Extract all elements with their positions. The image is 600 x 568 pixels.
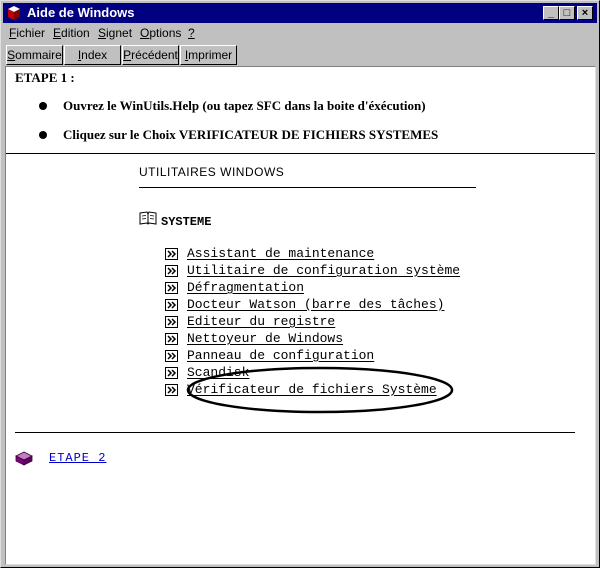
window-title: Aide de Windows bbox=[27, 5, 135, 20]
divider bbox=[6, 153, 595, 154]
step2-link[interactable]: ETAPE 2 bbox=[49, 451, 106, 465]
maximize-button[interactable]: □ bbox=[559, 6, 575, 20]
close-button[interactable]: × bbox=[577, 6, 593, 20]
jump-arrow-icon bbox=[165, 333, 178, 345]
menu-edition[interactable]: Edition bbox=[53, 26, 90, 40]
jump-arrow-icon bbox=[165, 316, 178, 328]
title-bar[interactable]: Aide de Windows _ □ × bbox=[3, 3, 597, 23]
help-window: Aide de Windows _ □ × Fichier Edition Si… bbox=[0, 0, 600, 568]
section-systeme: SYSTEME bbox=[161, 215, 212, 229]
bullet-icon bbox=[39, 131, 47, 139]
precedent-button[interactable]: Précédent bbox=[122, 45, 179, 65]
step1-instruction-2: Cliquez sur le Choix VERIFICATEUR DE FIC… bbox=[63, 127, 439, 142]
jump-arrow-icon bbox=[165, 265, 178, 277]
jump-arrow-icon bbox=[165, 350, 178, 362]
menu-fichier[interactable]: Fichier bbox=[9, 26, 45, 40]
menu-options[interactable]: Options bbox=[140, 26, 181, 40]
help-book-icon bbox=[8, 6, 20, 20]
menu-bar: Fichier Edition Signet Options ? bbox=[3, 24, 597, 43]
utilities-title: UTILITAIRES WINDOWS bbox=[139, 165, 285, 179]
highlight-ellipse bbox=[186, 366, 454, 414]
divider bbox=[15, 432, 575, 433]
bullet-icon bbox=[39, 102, 47, 110]
step1-title: ETAPE 1 : bbox=[15, 70, 75, 85]
close-icon: × bbox=[581, 7, 589, 19]
imprimer-button[interactable]: Imprimer bbox=[180, 45, 237, 65]
jump-arrow-icon bbox=[165, 299, 178, 311]
menu-help[interactable]: ? bbox=[188, 26, 195, 40]
jump-arrow-icon bbox=[165, 248, 178, 260]
jump-arrow-icon bbox=[165, 282, 178, 294]
help-toolbar: Sommaire Index Précédent Imprimer bbox=[3, 44, 597, 66]
maximize-icon: □ bbox=[563, 7, 571, 19]
jump-arrow-icon bbox=[165, 384, 178, 396]
sommaire-button[interactable]: Sommaire bbox=[6, 45, 63, 65]
jump-arrow-icon bbox=[165, 367, 178, 379]
index-button[interactable]: Index bbox=[64, 45, 121, 65]
book-icon bbox=[15, 451, 33, 466]
minimize-icon: _ bbox=[547, 7, 555, 19]
divider bbox=[139, 187, 476, 188]
help-content[interactable]: ETAPE 1 : Ouvrez le WinUtils.Help (ou ta… bbox=[5, 66, 596, 565]
menu-signet[interactable]: Signet bbox=[98, 26, 132, 40]
minimize-button[interactable]: _ bbox=[543, 6, 559, 20]
open-book-icon bbox=[139, 211, 157, 225]
step1-instruction-1: Ouvrez le WinUtils.Help (ou tapez SFC da… bbox=[63, 98, 426, 113]
